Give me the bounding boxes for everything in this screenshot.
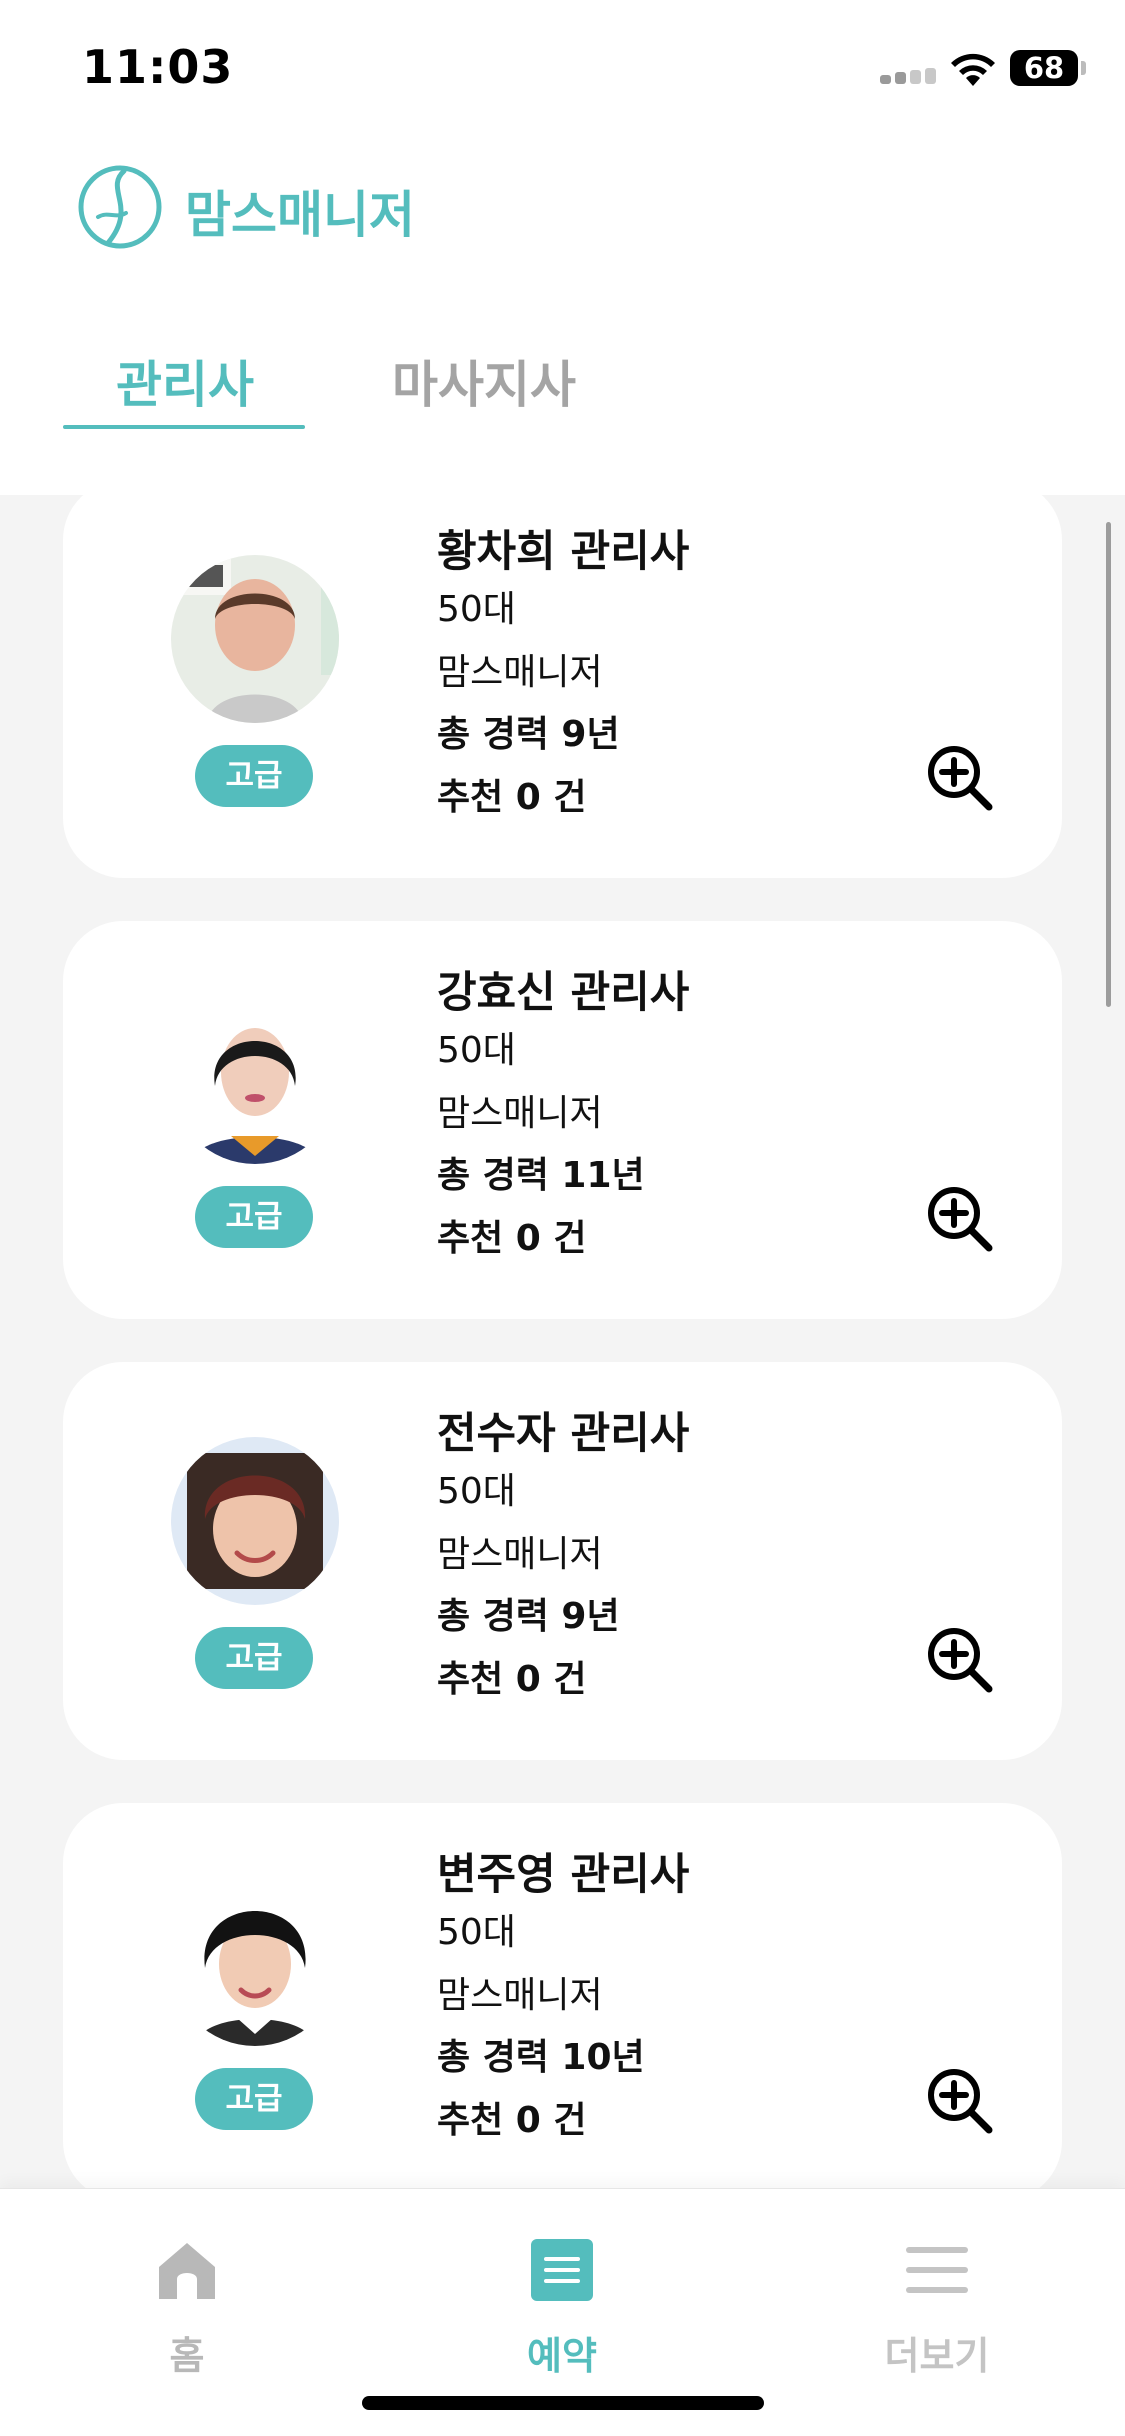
reservation-list-icon <box>531 2239 593 2301</box>
tab-manager[interactable]: 관리사 <box>116 345 254 417</box>
grade-badge: 고급 <box>195 745 313 807</box>
manager-card[interactable]: 고급 강효신 관리사 50대 맘스매니저 총 경력 11년 추천 0 건 <box>63 921 1062 1319</box>
manager-age: 50대 <box>437 1912 516 1953</box>
menu-icon <box>906 2247 968 2293</box>
wifi-icon <box>951 53 995 86</box>
manager-company: 맘스매니저 <box>437 1975 603 2016</box>
manager-age: 50대 <box>437 589 516 630</box>
manager-career: 총 경력 9년 <box>437 1596 620 1637</box>
grade-badge: 고급 <box>195 1186 313 1248</box>
manager-name: 황차희 관리사 <box>437 527 690 577</box>
logo-icon <box>78 165 162 249</box>
manager-avatar <box>171 1878 339 2046</box>
grade-badge: 고급 <box>195 1627 313 1689</box>
zoom-in-icon[interactable] <box>925 743 995 813</box>
manager-age: 50대 <box>437 1030 516 1071</box>
manager-recommend: 추천 0 건 <box>437 777 587 818</box>
manager-career: 총 경력 10년 <box>437 2037 645 2078</box>
battery-icon: 68 <box>1010 50 1078 86</box>
manager-career: 총 경력 9년 <box>437 714 620 755</box>
nav-home-label: 홈 <box>169 2334 205 2378</box>
manager-recommend: 추천 0 건 <box>437 1659 587 1700</box>
status-bar: 11:03 68 <box>0 0 1125 135</box>
manager-card[interactable]: 고급 전수자 관리사 50대 맘스매니저 총 경력 9년 추천 0 건 <box>63 1362 1062 1760</box>
manager-name: 강효신 관리사 <box>437 968 690 1018</box>
manager-card[interactable]: 고급 황차희 관리사 50대 맘스매니저 총 경력 9년 추천 0 건 <box>63 495 1062 878</box>
manager-avatar <box>171 1437 339 1605</box>
nav-more-label: 더보기 <box>884 2334 990 2378</box>
header: 맘스매니저 관리사 마사지사 <box>0 135 1125 495</box>
grade-badge: 고급 <box>195 2068 313 2130</box>
zoom-in-icon[interactable] <box>925 1625 995 1695</box>
battery-cap <box>1081 61 1086 75</box>
manager-name: 변주영 관리사 <box>437 1850 690 1900</box>
nav-reservation[interactable]: 예약 <box>452 2239 672 2389</box>
nav-home[interactable]: 홈 <box>77 2239 297 2389</box>
manager-age: 50대 <box>437 1471 516 1512</box>
zoom-in-icon[interactable] <box>925 1184 995 1254</box>
manager-list[interactable]: 고급 황차희 관리사 50대 맘스매니저 총 경력 9년 추천 0 건 고급 강… <box>0 495 1125 2188</box>
manager-career: 총 경력 11년 <box>437 1155 645 1196</box>
manager-name: 전수자 관리사 <box>437 1409 690 1459</box>
nav-reservation-label: 예약 <box>527 2334 597 2378</box>
manager-company: 맘스매니저 <box>437 1534 603 1575</box>
home-indicator[interactable] <box>362 2396 764 2410</box>
manager-avatar <box>171 996 339 1164</box>
scrollbar[interactable] <box>1106 522 1111 1007</box>
tab-massage[interactable]: 마사지사 <box>392 345 576 417</box>
manager-avatar <box>171 555 339 723</box>
status-time: 11:03 <box>82 40 234 94</box>
cellular-signal-icon <box>880 68 936 84</box>
zoom-in-icon[interactable] <box>925 2066 995 2136</box>
manager-company: 맘스매니저 <box>437 1093 603 1134</box>
home-icon <box>159 2243 215 2299</box>
manager-company: 맘스매니저 <box>437 652 603 693</box>
manager-recommend: 추천 0 건 <box>437 1218 587 1259</box>
manager-recommend: 추천 0 건 <box>437 2100 587 2141</box>
nav-more[interactable]: 더보기 <box>827 2239 1047 2389</box>
active-tab-indicator <box>63 425 305 429</box>
brand-name: 맘스매니저 <box>185 186 415 244</box>
manager-card[interactable]: 고급 변주영 관리사 50대 맘스매니저 총 경력 10년 추천 0 건 <box>63 1803 1062 2188</box>
